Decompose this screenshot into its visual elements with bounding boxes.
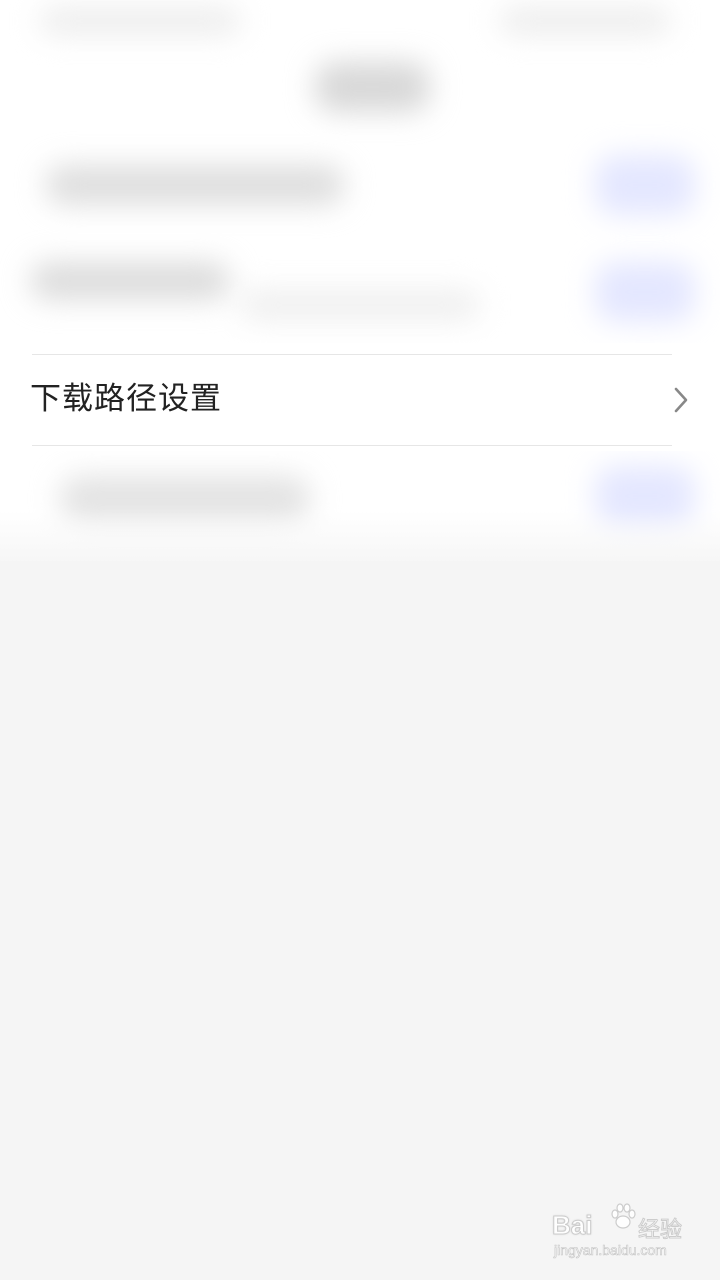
blurred-status-bar-left xyxy=(40,8,240,34)
blurred-setting-label xyxy=(30,262,230,300)
baidu-jingyan-watermark: Bai 经验 jingyan.baidu.com xyxy=(551,1198,702,1268)
chevron-right-icon xyxy=(674,387,688,413)
watermark-brand-text: Bai xyxy=(551,1210,593,1241)
blurred-toggle xyxy=(595,155,695,215)
blurred-settings-area xyxy=(0,0,720,345)
download-path-setting-label: 下载路径设置 xyxy=(30,381,222,417)
row-divider xyxy=(32,445,672,446)
blurred-setting-label xyxy=(45,165,345,205)
watermark-suffix-text: 经验 xyxy=(637,1218,683,1244)
settings-screen: 下载路径设置 Bai 经验 jingyan.baidu.com xyxy=(0,0,720,1280)
download-path-setting-row[interactable]: 下载路径设置 xyxy=(0,343,720,453)
paw-icon xyxy=(611,1203,636,1229)
watermark-url: jingyan.baidu.com xyxy=(554,1242,667,1259)
blurred-settings-row xyxy=(0,451,720,561)
blurred-page-title xyxy=(315,62,430,112)
row-divider xyxy=(32,354,672,355)
blurred-setting-description xyxy=(240,290,480,320)
blurred-toggle xyxy=(595,262,695,322)
blurred-status-bar-right xyxy=(500,8,670,34)
